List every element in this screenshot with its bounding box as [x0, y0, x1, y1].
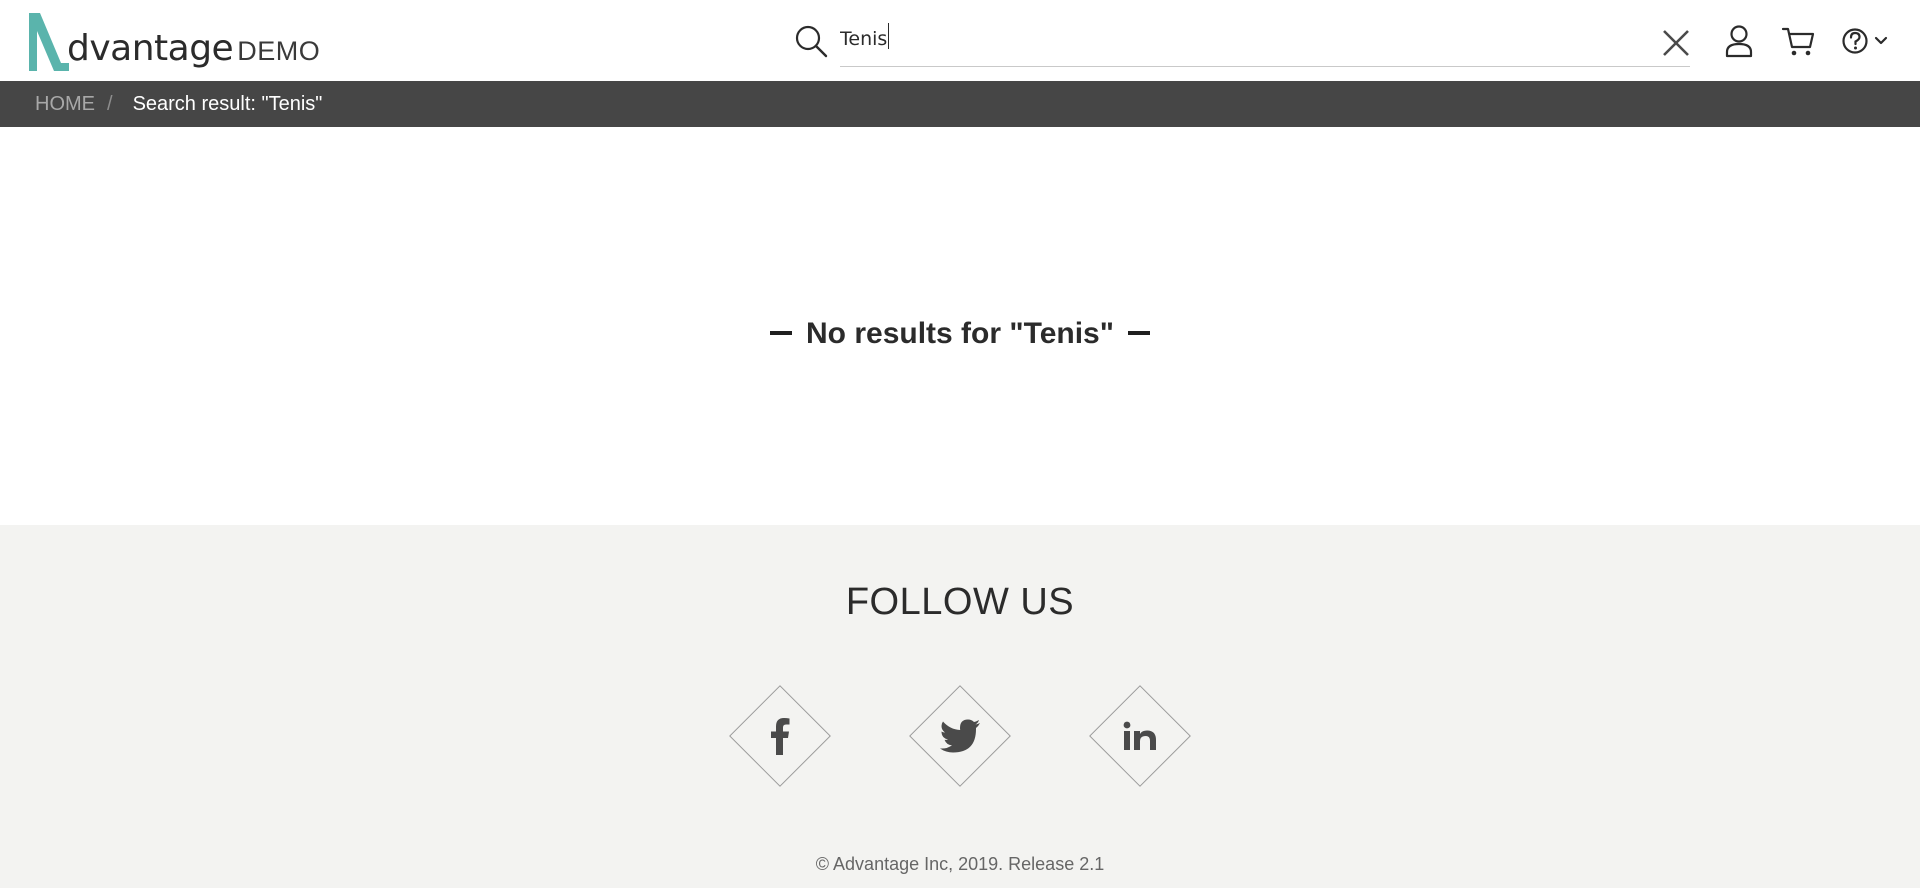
- breadcrumb: HOME / Search result: "Tenis": [0, 81, 1920, 127]
- title-dash-right: [1127, 331, 1150, 336]
- follow-us-title: FOLLOW US: [845, 581, 1075, 623]
- breadcrumb-current: Search result: "Tenis": [132, 92, 323, 115]
- cart-icon[interactable]: [1781, 24, 1815, 58]
- title-dash-left: [770, 331, 793, 336]
- text-caret: [888, 23, 889, 49]
- chevron-down-icon: [1874, 36, 1888, 45]
- no-results-text: No results for "Tenis": [806, 317, 1114, 350]
- logo-demo: DEMO: [237, 36, 321, 66]
- copyright-text: © Advantage Inc, 2019. Release 2.1: [815, 854, 1105, 874]
- site-header: dvantage DEMO: [0, 0, 1920, 81]
- search-results-area: No results for "Tenis": [0, 127, 1920, 525]
- search-icon[interactable]: [794, 24, 828, 58]
- linkedin-icon: [1123, 721, 1156, 750]
- site-footer: FOLLOW US © Advantage Inc, 2019. Release…: [0, 525, 1920, 888]
- breadcrumb-home-link[interactable]: HOME: [35, 93, 95, 116]
- help-icon[interactable]: [1840, 25, 1890, 57]
- linkedin-link[interactable]: [1089, 685, 1191, 787]
- facebook-link[interactable]: [729, 685, 831, 787]
- breadcrumb-separator: /: [107, 92, 113, 115]
- logo-word: dvantage: [67, 28, 234, 69]
- search-input[interactable]: [840, 20, 1690, 67]
- logo-a-icon: [29, 13, 69, 71]
- no-results-message: No results for "Tenis": [0, 317, 1920, 351]
- twitter-icon: [940, 719, 980, 753]
- user-icon[interactable]: [1724, 24, 1754, 58]
- twitter-link[interactable]: [909, 685, 1011, 787]
- facebook-icon: [771, 718, 790, 755]
- close-icon[interactable]: [1660, 27, 1692, 59]
- logo[interactable]: dvantage DEMO: [29, 11, 320, 71]
